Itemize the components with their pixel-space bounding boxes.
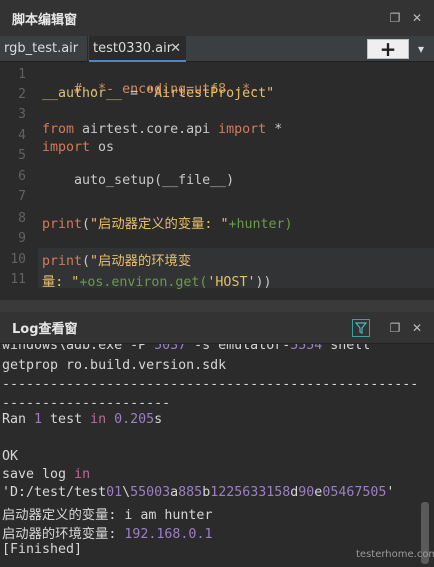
line-number: 3 <box>18 107 26 122</box>
line-number: 5 <box>18 148 26 163</box>
code-string: "启动器的环境变 <box>90 254 192 269</box>
code-string: "启动器定义的变量: " <box>90 217 229 232</box>
log-number: 0.205 <box>114 412 155 427</box>
code-text: * <box>266 122 283 137</box>
log-number: 01 <box>106 485 123 500</box>
log-number: 90 <box>298 485 315 500</box>
log-output[interactable]: windows\adb.exe -P 5037 -s emulator-5554… <box>0 344 420 567</box>
code-line: import os <box>42 140 114 155</box>
editor-tab-bar: rgb_test.air test0330.air ✕ + ▾ <box>0 36 434 62</box>
code-line: print("启动器的环境变 <box>42 250 191 269</box>
log-text: s <box>154 412 163 427</box>
log-line: Ran 1 test in 0.205s <box>2 412 162 427</box>
log-line: --------------------- <box>2 396 171 411</box>
log-text: shell <box>322 344 371 353</box>
log-line: ----------------------------------------… <box>2 377 419 392</box>
log-line: getprop ro.build.version.sdk <box>2 358 227 373</box>
code-line: auto_setup(__file__) <box>42 158 234 203</box>
code-line: from airtest.core.api import * <box>42 122 282 137</box>
log-line: OK <box>2 449 19 464</box>
tab-label: test0330.air <box>93 41 173 56</box>
log-number: 1225633158 <box>210 485 291 500</box>
log-line: windows\adb.exe -P 5037 -s emulator-5554… <box>2 344 370 353</box>
line-number: 1 <box>18 67 26 82</box>
log-number: 55003 <box>130 485 171 500</box>
log-keyword: in <box>74 467 91 482</box>
code-text: +os.environ.get( <box>79 275 208 290</box>
line-number: 4 <box>18 128 26 143</box>
log-text: \ <box>122 485 131 500</box>
tab-test0330[interactable]: test0330.air ✕ <box>89 36 186 62</box>
log-text: a <box>170 485 179 500</box>
line-number: 8 <box>18 211 26 226</box>
log-text: b <box>202 485 211 500</box>
log-number: 192.168.0.1 <box>124 527 213 542</box>
add-script-button[interactable]: + <box>367 39 409 59</box>
log-close-icon[interactable]: ✕ <box>406 321 428 335</box>
line-number: 9 <box>18 231 26 246</box>
log-line: 启动器的环境变量: 192.168.0.1 <box>2 523 212 542</box>
editor-panel-title: 脚本编辑窗 <box>12 12 78 28</box>
code-text: ( <box>82 254 91 269</box>
code-keyword: from <box>42 122 75 137</box>
line-number: 11 <box>10 272 26 287</box>
watermark: testerhome.com <box>356 549 434 560</box>
tab-close-icon[interactable]: ✕ <box>170 36 181 61</box>
chevron-down-icon[interactable]: ▾ <box>411 40 431 58</box>
tab-label: rgb_test.air <box>4 41 79 56</box>
code-string: 'HOST' <box>207 275 256 290</box>
log-line: [Finished] <box>2 542 83 557</box>
code-text: airtest.core.api <box>74 122 219 137</box>
code-line: print("启动器定义的变量: "+hunter) <box>42 213 293 232</box>
line-number: 6 <box>18 169 26 184</box>
filter-icon[interactable] <box>352 318 370 337</box>
line-number: 10 <box>10 252 26 267</box>
code-keyword: print <box>42 217 83 232</box>
editor-restore-icon[interactable]: ❐ <box>384 11 406 25</box>
line-number: 2 <box>18 87 26 102</box>
code-editor[interactable]: 1 2 3 4 5 6 7 8 9 10 11 # -*- encoding=u… <box>0 62 434 300</box>
log-text: windows\adb.exe -P <box>2 344 155 353</box>
code-line: __author__ = "AirtestProject" <box>42 86 274 101</box>
log-panel-header: Log查看窗 ❐ ✕ <box>0 312 434 344</box>
log-line: 启动器定义的变量: i am hunter <box>2 508 213 523</box>
log-text: save log <box>2 467 75 482</box>
log-text: ' <box>386 485 395 500</box>
code-text: ( <box>82 217 91 232</box>
panel-splitter[interactable] <box>0 300 434 312</box>
code-string: 量: " <box>42 275 80 290</box>
log-keyword: in <box>90 412 107 427</box>
code-text: auto_setup(__file__) <box>74 173 235 188</box>
line-number: 7 <box>18 189 26 204</box>
editor-close-icon[interactable]: ✕ <box>406 11 428 25</box>
editor-panel-header: 脚本编辑窗 ❐ ✕ <box>0 0 434 36</box>
log-restore-icon[interactable]: ❐ <box>384 321 406 335</box>
log-text: Ran <box>2 412 35 427</box>
log-panel-title: Log查看窗 <box>12 322 78 337</box>
log-text: -s emulator- <box>186 344 291 353</box>
tab-rgb-test[interactable]: rgb_test.air <box>0 36 88 62</box>
log-number: 05467505 <box>322 485 387 500</box>
log-line: 'D:/test/test01\55003a885b1225633158d90e… <box>2 485 394 500</box>
code-text: )) <box>255 275 272 290</box>
code-string: "AirtestProject" <box>146 86 275 101</box>
code-line-wrapped: 量: "+os.environ.get('HOST')) <box>42 271 271 290</box>
log-number: 1 <box>34 412 43 427</box>
code-operator: = <box>122 86 147 101</box>
code-keyword: import <box>42 140 91 155</box>
log-number: 885 <box>178 485 203 500</box>
log-text: 'D:/test/test <box>2 485 107 500</box>
code-text: +hunter) <box>228 217 293 232</box>
log-number: 5554 <box>290 344 323 353</box>
code-keyword: print <box>42 254 83 269</box>
log-line: save log in <box>2 467 90 482</box>
code-identifier: __author__ <box>42 86 123 101</box>
code-keyword: import <box>218 122 267 137</box>
code-text: os <box>90 140 115 155</box>
log-number: 5037 <box>154 344 187 353</box>
log-text: 启动器的环境变量: <box>2 527 125 542</box>
log-text: test <box>42 412 91 427</box>
